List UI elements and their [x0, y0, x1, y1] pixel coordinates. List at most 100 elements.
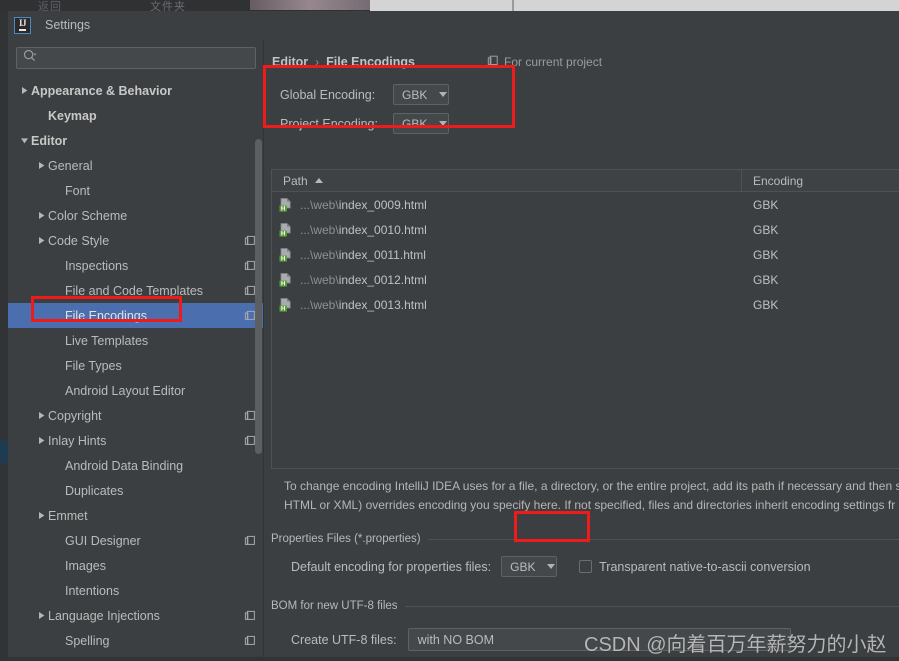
sidebar-item-label: Intentions — [65, 583, 120, 598]
html-file-icon: H — [278, 247, 294, 263]
sidebar-item-label: Code Style — [48, 233, 110, 248]
sidebar-item-file-types[interactable]: File Types — [8, 353, 264, 378]
left-edge-accent-marker — [0, 441, 8, 463]
sidebar-item-label: Inspections — [65, 258, 129, 273]
search-box[interactable] — [16, 47, 256, 69]
search-icon — [23, 49, 37, 68]
sidebar-item-live-templates[interactable]: Live Templates — [8, 328, 264, 353]
csdn-watermark: CSDN @向着百万年薪努力的小赵 — [584, 634, 887, 656]
sidebar-item-label: Inlay Hints — [48, 433, 107, 448]
svg-text:H: H — [281, 231, 285, 237]
sidebar-item-language-injections[interactable]: Language Injections — [8, 603, 264, 628]
sidebar-item-label: Copyright — [48, 408, 102, 423]
table-cell-path-filename: index_0013.html — [338, 297, 427, 312]
table-row[interactable]: H ...\web\index_0013.html GBK — [272, 292, 899, 317]
sidebar-item-label: Language Injections — [48, 608, 160, 623]
title-bar: IJ Settings — [8, 11, 899, 39]
table-cell-encoding[interactable]: GBK — [742, 223, 899, 237]
sidebar-item-emmet[interactable]: Emmet — [8, 503, 264, 528]
global-encoding-label: Global Encoding: — [280, 87, 376, 102]
sidebar-item-spelling[interactable]: Spelling — [8, 628, 264, 653]
sidebar-item-duplicates[interactable]: Duplicates — [8, 478, 264, 503]
column-header-path-label: Path — [283, 173, 308, 188]
sidebar-item-code-style[interactable]: Code Style — [8, 228, 264, 253]
search-input[interactable] — [37, 52, 255, 64]
sidebar-scrollbar[interactable] — [255, 139, 262, 454]
sidebar-item-label: Android Data Binding — [65, 458, 184, 473]
sort-ascending-icon — [314, 178, 323, 183]
table-cell-path-filename: index_0012.html — [338, 272, 427, 287]
svg-text:H: H — [281, 306, 285, 312]
table-cell-path-text: ...\web\index_0012.html — [300, 273, 427, 287]
table-cell-encoding[interactable]: GBK — [742, 273, 899, 287]
settings-dialog: IJ Settings Appearance & Behavior Keymap… — [8, 11, 899, 657]
chevron-right-icon — [35, 611, 48, 620]
settings-tree: Appearance & Behavior Keymap Editor General… — [8, 78, 264, 657]
breadcrumb: Editor › File Encodings For current proj… — [271, 47, 899, 77]
global-encoding-dropdown[interactable]: GBK — [393, 84, 449, 105]
chevron-right-icon — [18, 86, 31, 95]
sidebar-item-label: File Types — [65, 358, 122, 373]
sidebar-item-editor[interactable]: Editor — [8, 128, 264, 153]
encoding-description-line-1: To change encoding IntelliJ IDEA uses fo… — [284, 479, 899, 493]
sidebar-item-label: Images — [65, 558, 106, 573]
sidebar-item-general[interactable]: General — [8, 153, 264, 178]
window-body: Appearance & Behavior Keymap Editor General… — [8, 39, 899, 657]
bottom-window-edge — [0, 657, 899, 661]
sidebar-item-inspections[interactable]: Inspections — [8, 253, 264, 278]
global-encoding-row: Global Encoding: GBK — [271, 80, 899, 109]
table-cell-path-filename: index_0009.html — [338, 197, 427, 212]
table-cell-path-prefix: ...\web\ — [300, 222, 339, 237]
project-encoding-value: GBK — [402, 116, 428, 131]
properties-group-divider — [427, 538, 899, 540]
background-light-panel — [370, 0, 899, 11]
background-window-strip: 返回 文件夹 — [0, 0, 899, 13]
table-cell-encoding[interactable]: GBK — [742, 248, 899, 262]
sidebar-item-font[interactable]: Font — [8, 178, 264, 203]
column-header-encoding[interactable]: Encoding — [742, 170, 899, 191]
table-body: H ...\web\index_0009.html GBK H ...\web\inde… — [272, 192, 899, 317]
default-properties-encoding-label: Default encoding for properties files: — [291, 559, 492, 574]
table-header-row: Path Encoding — [272, 170, 899, 192]
breadcrumb-parent[interactable]: Editor — [272, 55, 308, 69]
table-row[interactable]: H ...\web\index_0010.html GBK — [272, 217, 899, 242]
table-cell-path: H ...\web\index_0010.html — [272, 222, 742, 238]
sidebar-item-file-encodings[interactable]: File Encodings — [8, 303, 264, 328]
sidebar-item-label: Spelling — [65, 633, 110, 648]
table-cell-encoding[interactable]: GBK — [742, 198, 899, 212]
project-encoding-row: Project Encoding: GBK — [271, 109, 899, 138]
sidebar-item-inlay-hints[interactable]: Inlay Hints — [8, 428, 264, 453]
global-encoding-value: GBK — [402, 87, 428, 102]
svg-text:H: H — [281, 206, 285, 212]
transparent-native-to-ascii-checkbox[interactable] — [579, 560, 593, 573]
default-properties-encoding-dropdown[interactable]: GBK — [501, 556, 558, 577]
svg-text:H: H — [281, 281, 285, 287]
background-color-band — [250, 0, 370, 10]
table-cell-encoding[interactable]: GBK — [742, 298, 899, 312]
sidebar-item-android-layout-editor[interactable]: Android Layout Editor — [8, 378, 264, 403]
sidebar-item-images[interactable]: Images — [8, 553, 264, 578]
sidebar-item-color-scheme[interactable]: Color Scheme — [8, 203, 264, 228]
encoding-description-line-2: HTML or XML) overrides encoding you spec… — [284, 498, 896, 512]
sidebar-item-intentions[interactable]: Intentions — [8, 578, 264, 603]
sidebar-item-appearance-behavior[interactable]: Appearance & Behavior — [8, 78, 264, 103]
sidebar-item-gui-designer[interactable]: GUI Designer — [8, 528, 264, 553]
sidebar-item-textmate-bundles[interactable]: TextMate Bundles — [8, 653, 264, 657]
project-encoding-dropdown[interactable]: GBK — [393, 113, 449, 134]
chevron-right-icon — [35, 211, 48, 220]
table-cell-path-filename: index_0010.html — [338, 222, 427, 237]
sidebar-item-android-data-binding[interactable]: Android Data Binding — [8, 453, 264, 478]
table-row[interactable]: H ...\web\index_0009.html GBK — [272, 192, 899, 217]
settings-sidebar: Appearance & Behavior Keymap Editor General… — [8, 39, 264, 657]
sidebar-item-label: File and Code Templates — [65, 283, 204, 298]
table-cell-path-text: ...\web\index_0013.html — [300, 298, 427, 312]
bom-group-title: BOM for new UTF-8 files — [271, 600, 398, 612]
sidebar-item-keymap[interactable]: Keymap — [8, 103, 264, 128]
sidebar-item-copyright[interactable]: Copyright — [8, 403, 264, 428]
table-row[interactable]: H ...\web\index_0011.html GBK — [272, 242, 899, 267]
table-row[interactable]: H ...\web\index_0012.html GBK — [272, 267, 899, 292]
project-encoding-label: Project Encoding: — [280, 116, 378, 131]
column-header-path[interactable]: Path — [272, 170, 742, 191]
sidebar-item-file-and-code-templates[interactable]: File and Code Templates — [8, 278, 264, 303]
file-encodings-table: Path Encoding H ...\web\ index_0009.html GB… — [271, 169, 899, 469]
